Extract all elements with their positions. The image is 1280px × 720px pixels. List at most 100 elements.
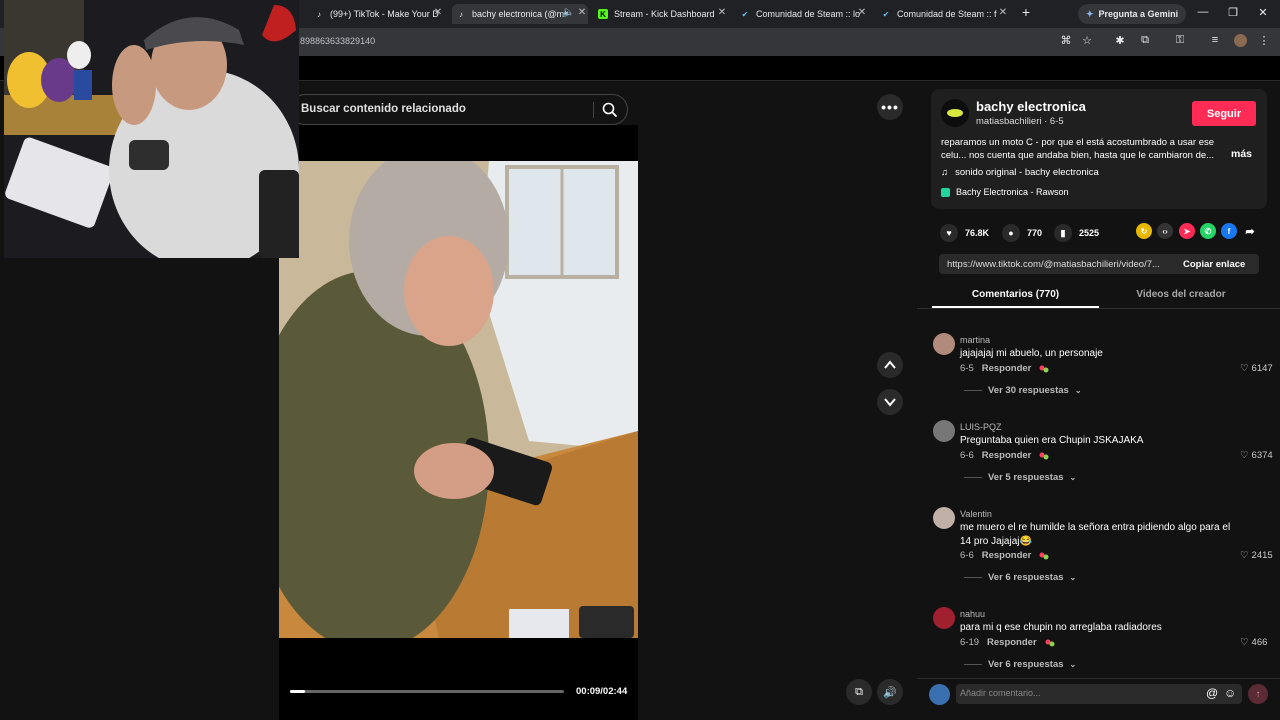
tab-comments[interactable]: Comentarios (770) [932,289,1099,300]
bookmark-star-icon[interactable]: ☆ [1079,34,1095,47]
commenter-name[interactable]: nahuu [960,609,985,619]
translate-icon[interactable]: ⌘ [1058,34,1074,47]
comment-meta: 6-19 Responder [960,637,1055,648]
mini-player-button[interactable]: ⧉ [846,679,872,705]
send-to-friends-icon[interactable]: ➤ [1179,223,1195,239]
more-link[interactable]: más [1231,148,1252,160]
view-replies-button[interactable]: Ver 30 respuestas ⌄ [964,385,1082,396]
minimize-icon[interactable]: — [1196,6,1210,18]
commenter-avatar[interactable] [933,607,955,629]
creator-name[interactable]: bachy electronica [976,99,1086,114]
puzzle-icon[interactable]: ⧉ [1137,34,1153,47]
next-video-button[interactable] [877,389,903,415]
browser-menu-icon[interactable]: ⋮ [1256,34,1272,47]
comment-text: Preguntaba quien era Chupin JSKAJAKA [960,435,1144,446]
location-tag[interactable]: Bachy Electronica - Rawson [941,187,1069,197]
webcam-overlay [4,0,299,258]
tab-title: (99+) TikTok - Make Your D [330,9,439,19]
facebook-icon[interactable]: f [1221,223,1237,239]
comment-like-count: 2415 [1251,550,1273,561]
share-repost-icon[interactable]: ↻ [1136,223,1152,239]
more-options-button[interactable]: ••• [877,94,903,120]
browser-tab-1[interactable]: ♪ (99+) TikTok - Make Your D ✕ [314,4,444,24]
tab-close-icon[interactable]: ✕ [716,7,728,18]
tab-close-icon[interactable]: ✕ [576,7,588,18]
user-avatar [929,684,950,705]
browser-tab-3[interactable]: K Stream - Kick Dashboard ✕ [598,4,728,24]
heart-outline-icon: ♡ [1240,637,1249,648]
creator-liked-icon [1039,452,1049,460]
commenter-name[interactable]: martina [960,335,990,345]
extension-icon[interactable]: ✱ [1112,34,1128,47]
browser-tab-4[interactable]: ✔ Comunidad de Steam :: lo ✕ [740,4,868,24]
mention-icon[interactable]: @ [1206,686,1218,700]
commenter-name[interactable]: LUIS-PQZ [960,422,1002,432]
view-replies-button[interactable]: Ver 5 respuestas ⌄ [964,472,1076,483]
view-replies-button[interactable]: Ver 6 respuestas ⌄ [964,572,1076,583]
comment-like-count: 6374 [1251,450,1273,461]
comment-date: 6-6 [960,450,974,461]
sparkle-icon: ✦ [1086,8,1094,19]
url-text[interactable]: 898863633829140 [300,36,375,46]
embed-code-icon[interactable]: ‹› [1157,223,1173,239]
creator-liked-icon [1039,552,1049,560]
follow-button[interactable]: Seguir [1192,101,1256,126]
heart-outline-icon: ♡ [1240,450,1249,461]
video-frame[interactable] [279,161,638,638]
previous-video-button[interactable] [877,352,903,378]
share-arrow-icon[interactable]: ➦ [1242,223,1258,239]
copy-link-button[interactable]: Copiar enlace [1183,259,1245,270]
video-link-url[interactable]: https://www.tiktok.com/@matiasbachilieri… [947,259,1172,270]
comment-like-button[interactable]: ♡ 6147 [1240,363,1273,374]
tab-close-icon[interactable]: ✕ [997,7,1009,18]
gemini-button[interactable]: ✦ Pregunta a Gemini [1078,4,1187,24]
comment-date: 6-19 [960,637,980,648]
commenter-avatar[interactable] [933,333,955,355]
video-progress-bar[interactable] [290,690,564,693]
comment-like-button[interactable]: ♡ 6374 [1240,450,1273,461]
comment-date: 6-6 [960,550,974,561]
close-window-icon[interactable]: ✕ [1256,6,1270,19]
media-control-icon[interactable]: ≡ [1207,34,1223,46]
floating-player-icon: ⧉ [855,685,863,698]
commenter-avatar[interactable] [933,420,955,442]
reply-button[interactable]: Responder [987,637,1037,648]
tab-creator-videos[interactable]: Videos del creador [1099,289,1263,300]
reply-button[interactable]: Responder [982,550,1032,561]
reply-button[interactable]: Responder [982,450,1032,461]
restore-icon[interactable]: ❐ [1226,6,1240,19]
replies-dash [964,664,982,665]
comment-like-button[interactable]: ♡ 2415 [1240,550,1273,561]
password-key-icon[interactable]: ⚿ [1172,34,1188,47]
new-tab-button[interactable]: + [1019,4,1033,20]
whatsapp-icon[interactable]: ✆ [1200,223,1216,239]
creator-handle-date[interactable]: matiasbachilieri · 6-5 [976,116,1064,127]
music-info[interactable]: ♫ sonido original - bachy electronica [941,167,1099,178]
speaker-icon: 🔈 [562,7,575,18]
comment-like-button[interactable]: ♡ 466 [1240,637,1267,648]
view-replies-label: Ver 6 respuestas [988,572,1064,583]
browser-tab-5[interactable]: ✔ Comunidad de Steam :: f ✕ [881,4,1009,24]
reply-button[interactable]: Responder [982,363,1032,374]
commenter-avatar[interactable] [933,507,955,529]
comment-input[interactable] [960,688,1200,698]
profile-avatar[interactable] [1232,34,1248,50]
search-icon[interactable] [601,101,619,119]
webcam-image [4,0,299,258]
like-stat[interactable]: ♥ 76.8K [940,224,989,242]
browser-tab-2[interactable]: ♪ bachy electronica (@m 🔈 ✕ [452,4,588,24]
tab-close-icon[interactable]: ✕ [432,7,444,18]
post-comment-button[interactable]: ↑ [1248,684,1268,704]
tab-title: bachy electronica (@m [472,9,565,19]
view-replies-button[interactable]: Ver 6 respuestas ⌄ [964,659,1076,670]
volume-button[interactable]: 🔊 [877,679,903,705]
tab-close-icon[interactable]: ✕ [856,7,868,18]
save-stat[interactable]: ▮ 2525 [1054,224,1099,242]
search-input[interactable] [301,103,591,115]
commenter-name[interactable]: Valentin [960,509,992,519]
emoji-icon[interactable]: ☺ [1224,686,1236,700]
view-replies-label: Ver 5 respuestas [988,472,1064,483]
comment-field: @ ☺ [956,684,1242,704]
creator-avatar[interactable] [941,99,969,127]
comment-stat[interactable]: ● 770 [1002,224,1042,242]
